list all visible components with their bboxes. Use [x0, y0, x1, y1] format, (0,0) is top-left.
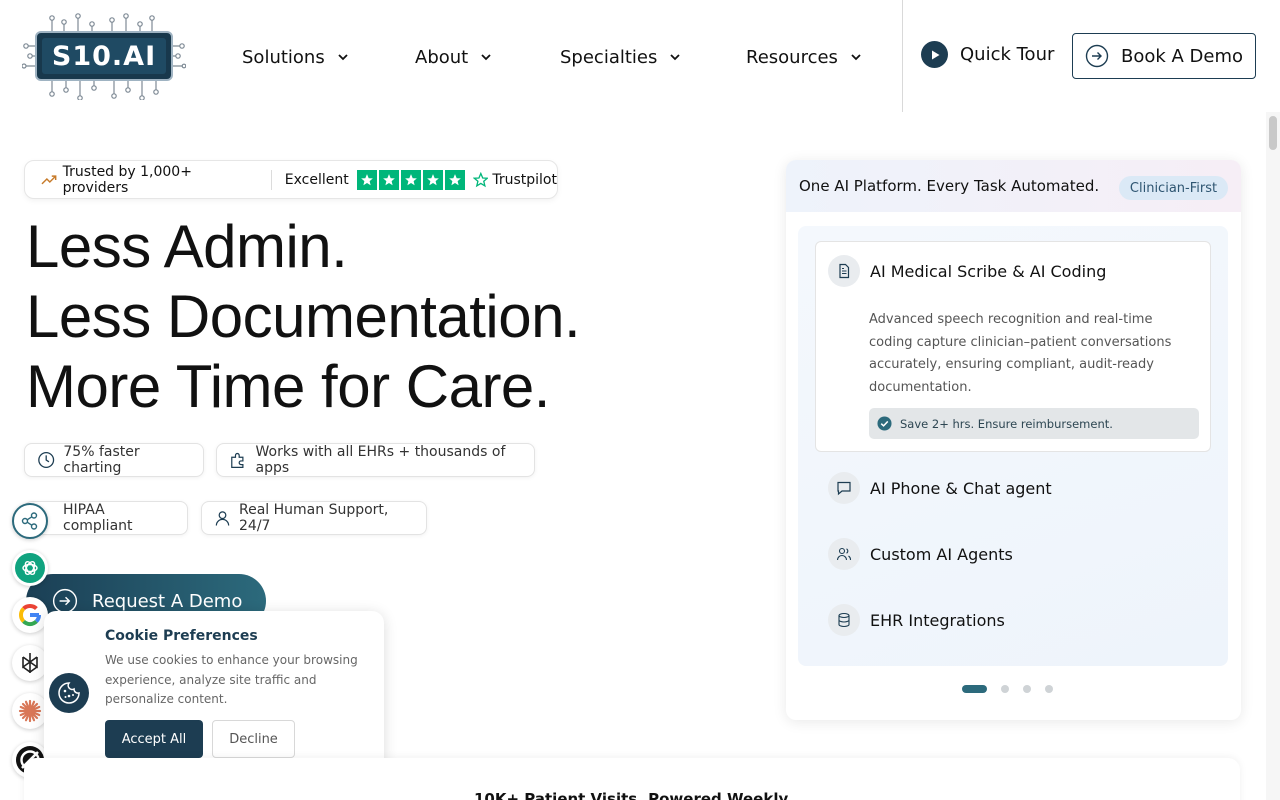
headline-line-2: Less Documentation.	[26, 283, 581, 350]
database-icon	[828, 604, 860, 636]
puzzle-icon	[231, 452, 244, 469]
trust-divider	[270, 169, 272, 190]
feature-description: Advanced speech recognition and real-tim…	[869, 312, 1172, 395]
users-icon	[828, 538, 860, 570]
star-icon	[400, 169, 421, 190]
carousel-dots	[962, 685, 1053, 693]
platform-panel: One AI Platform. Every Task Automated. C…	[786, 160, 1241, 720]
feature-list: AI Medical Scribe & AI Coding Advanced s…	[798, 226, 1228, 666]
feature-ehr-integrations[interactable]: EHR Integrations	[828, 604, 1005, 636]
trust-badge: Trusted by 1,000+ providers Excellent Tr…	[24, 160, 558, 199]
logo-text: S10.AI	[51, 41, 157, 72]
nav-solutions-label: Solutions	[242, 46, 325, 68]
chip-label: Real Human Support, 24/7	[239, 502, 389, 534]
header-divider	[902, 0, 903, 112]
page-scrollbar[interactable]	[1266, 112, 1280, 800]
site-logo[interactable]: S10.AI	[21, 12, 187, 101]
nav-specialties[interactable]: Specialties	[560, 44, 681, 70]
star-icon	[422, 169, 443, 190]
feature-label: EHR Integrations	[870, 610, 1005, 630]
share-button[interactable]	[12, 503, 48, 539]
chip-hipaa: HIPAA compliant	[24, 501, 188, 535]
carousel-dot-2[interactable]	[1001, 685, 1009, 693]
book-demo-label: Book A Demo	[1120, 45, 1244, 67]
clock-icon	[38, 452, 55, 468]
nav-resources-label: Resources	[746, 46, 838, 68]
google-icon	[19, 604, 41, 627]
nav-solutions[interactable]: Solutions	[242, 44, 349, 70]
check-circle-icon	[877, 416, 892, 431]
quick-tour-label: Quick Tour	[960, 44, 1055, 65]
cookie-title: Cookie Preferences	[105, 628, 258, 644]
nav-resources[interactable]: Resources	[746, 44, 862, 70]
request-demo-label: Request A Demo	[92, 590, 243, 612]
chip-faster-charting: 75% faster charting	[24, 443, 204, 477]
google-button[interactable]	[12, 597, 48, 633]
trustpilot-label: Trustpilot	[492, 171, 557, 188]
trusted-providers-text: Trusted by 1,000+ providers	[62, 163, 192, 196]
perplexity-button[interactable]	[12, 645, 48, 681]
chip-label: Works with all EHRs + thousands of apps	[255, 444, 506, 476]
site-header: S10.AI Solutions About Specialties Resou…	[0, 0, 1280, 112]
trending-up-icon	[41, 174, 57, 184]
rating-word: Excellent	[284, 171, 349, 188]
chevron-down-icon	[481, 54, 491, 61]
trustpilot-logo-icon	[472, 171, 489, 187]
cookie-icon	[49, 673, 89, 713]
nav-specialties-label: Specialties	[560, 46, 658, 68]
platform-title: One AI Platform. Every Task Automated.	[799, 177, 1100, 195]
feature-header: AI Medical Scribe & AI Coding	[828, 255, 1106, 287]
share-icon	[21, 512, 38, 530]
chat-bubble-icon	[828, 472, 860, 504]
play-icon	[921, 41, 948, 68]
headline-line-3: More Time for Care.	[26, 353, 550, 420]
chatgpt-button[interactable]	[12, 550, 48, 586]
feature-phone-chat-agent[interactable]: AI Phone & Chat agent	[828, 472, 1052, 504]
star-icon	[356, 169, 377, 190]
arrow-right-circle-icon	[1085, 44, 1109, 68]
feature-benefit-tag: Save 2+ hrs. Ensure reimbursement.	[869, 408, 1199, 439]
nav-about[interactable]: About	[415, 44, 492, 70]
chip-human-support: Real Human Support, 24/7	[201, 501, 427, 535]
nav-about-label: About	[415, 46, 469, 68]
chevron-down-icon	[851, 54, 861, 61]
cookie-text: We use cookies to enhance your browsing …	[105, 653, 358, 706]
decline-cookies-button[interactable]: Decline	[212, 720, 295, 758]
feature-custom-agents[interactable]: Custom AI Agents	[828, 538, 1013, 570]
stats-text: 10K+ Patient Visits, Powered Weekly	[474, 790, 789, 800]
claude-icon	[18, 699, 42, 723]
feature-title: AI Medical Scribe & AI Coding	[870, 261, 1107, 281]
chip-label: HIPAA compliant	[63, 502, 133, 534]
platform-panel-header: One AI Platform. Every Task Automated. C…	[786, 160, 1241, 212]
carousel-dot-3[interactable]	[1023, 685, 1031, 693]
feature-card-medical-scribe[interactable]: AI Medical Scribe & AI Coding Advanced s…	[815, 241, 1211, 452]
trustpilot-stars	[356, 169, 465, 190]
clinician-first-badge: Clinician-First	[1119, 176, 1228, 200]
feature-label: Custom AI Agents	[870, 544, 1013, 564]
chevron-down-icon	[338, 54, 348, 61]
carousel-dot-1[interactable]	[962, 685, 987, 693]
carousel-dot-4[interactable]	[1045, 685, 1053, 693]
user-icon	[215, 511, 230, 526]
chevron-down-icon	[670, 54, 681, 61]
perplexity-icon	[22, 653, 38, 673]
hero-headline: Less Admin. Less Documentation. More Tim…	[26, 212, 581, 422]
feature-benefit-text: Save 2+ hrs. Ensure reimbursement.	[900, 416, 1113, 431]
document-icon	[828, 255, 860, 287]
star-icon	[378, 169, 399, 190]
star-icon	[444, 169, 465, 190]
feature-label: AI Phone & Chat agent	[870, 478, 1052, 498]
headline-line-1: Less Admin.	[26, 213, 348, 280]
quick-tour-button[interactable]: Quick Tour	[921, 41, 1054, 68]
claude-button[interactable]	[12, 693, 48, 729]
chip-label: 75% faster charting	[63, 444, 140, 476]
chip-ehr-integration: Works with all EHRs + thousands of apps	[216, 443, 535, 477]
accept-cookies-button[interactable]: Accept All	[105, 720, 203, 758]
cookie-banner: Cookie Preferences We use cookies to enh…	[44, 611, 384, 776]
scrollbar-thumb[interactable]	[1269, 116, 1277, 150]
book-demo-button[interactable]: Book A Demo	[1072, 33, 1256, 79]
chatgpt-icon	[15, 553, 45, 583]
